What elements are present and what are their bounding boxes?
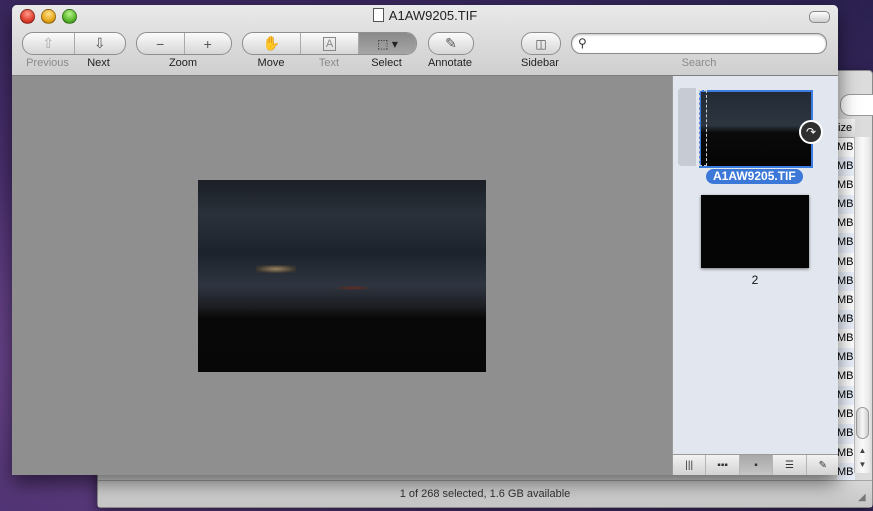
sidebar-toggle-button[interactable]: ◫	[522, 33, 560, 54]
document-icon	[372, 8, 384, 22]
scrollbar-thumb[interactable]	[856, 407, 869, 439]
size-cell: MB	[837, 217, 854, 230]
thumbnail-drag-handle[interactable]	[678, 88, 696, 166]
down-arrow-icon: ⇩	[93, 35, 106, 51]
previous-next-control: ⇧ ⇩	[22, 32, 126, 55]
rotate-arrow-icon[interactable]: ↷	[799, 120, 823, 144]
thumbnail-label-1[interactable]: A1AW9205.TIF	[706, 169, 803, 184]
columns-icon: |||	[685, 459, 694, 471]
sidebar-label: Sidebar	[521, 57, 559, 69]
window-title: A1AW9205.TIF	[12, 8, 838, 23]
thumbnail-label-2[interactable]: 2	[701, 273, 809, 287]
size-cell: MB	[837, 255, 854, 268]
next-label: Next	[87, 57, 110, 69]
up-arrow-icon: ⇧	[42, 35, 55, 51]
select-tool-button[interactable]: ⬚ ▾	[359, 33, 416, 54]
size-cell: MB	[837, 348, 855, 368]
pencil-icon: ✎	[818, 459, 828, 471]
annotate-label: Annotate	[427, 57, 473, 69]
thumbnail-sidebar: ↷ A1AW9205.TIF 2 ||| ▪▪▪ ▪ ☰ ✎	[672, 76, 838, 475]
next-button[interactable]: ⇩	[75, 33, 126, 54]
thumbnail-view-button[interactable]: ▪	[739, 455, 774, 475]
thumbnail-page-2[interactable]	[701, 195, 809, 268]
page-edge	[699, 90, 707, 166]
notes-view-button[interactable]: ✎	[807, 455, 838, 475]
text-icon: A	[322, 36, 337, 51]
thumbnail-page-1[interactable]	[699, 90, 813, 168]
annotate-button[interactable]: ✎	[429, 33, 473, 54]
vertical-scrollbar[interactable]: ▲ ▼	[854, 137, 870, 473]
sidebar-control: ◫	[521, 32, 561, 55]
size-cell: MB	[837, 462, 855, 482]
zoom-out-button[interactable]: −	[137, 33, 185, 54]
list-view-button[interactable]: ☰	[773, 455, 807, 475]
move-tool-button[interactable]: ✋	[243, 33, 301, 54]
size-cell: MB	[837, 233, 855, 253]
window-title-text: A1AW9205.TIF	[388, 8, 478, 23]
document-view[interactable]	[12, 76, 672, 475]
zoom-label: Zoom	[168, 57, 198, 69]
search-icon: ⚲	[578, 36, 587, 50]
size-cell: MB	[837, 293, 854, 306]
list-icon: ☰	[784, 459, 794, 471]
background-search-field[interactable]	[840, 94, 873, 116]
previous-button[interactable]: ⇧	[23, 33, 75, 54]
search-label: Search	[681, 57, 717, 69]
preview-window: A1AW9205.TIF ⇧ ⇩ Previous Next − + Zoom …	[12, 5, 838, 475]
contact-sheet-view-button[interactable]: |||	[673, 455, 707, 475]
hand-icon: ✋	[262, 35, 281, 51]
tool-mode-control: ✋ A ⬚ ▾	[242, 32, 417, 55]
sidebar-icon: ◫	[535, 36, 547, 51]
grid-icon: ▪▪▪	[717, 459, 728, 471]
zoom-in-button[interactable]: +	[185, 33, 232, 54]
size-column: ize MB MB MB MB MB MB MB MB MB MB MB MB …	[836, 119, 855, 482]
select-label: Select	[371, 57, 402, 69]
move-label: Move	[257, 57, 285, 69]
size-column-header[interactable]: ize	[837, 119, 855, 138]
size-cell: MB	[837, 370, 854, 383]
size-cell: MB	[837, 271, 855, 291]
minus-icon: −	[156, 35, 165, 52]
size-cell: MB	[837, 424, 855, 444]
size-cell: MB	[837, 446, 854, 459]
document-image[interactable]	[198, 180, 486, 372]
size-cell: MB	[837, 195, 855, 215]
search-field[interactable]: ⚲	[571, 33, 827, 54]
text-label: Text	[318, 57, 340, 69]
sidebar-view-bar: ||| ▪▪▪ ▪ ☰ ✎	[673, 454, 838, 475]
single-thumb-icon: ▪	[754, 459, 758, 471]
size-cell: MB	[837, 386, 855, 406]
size-cell: MB	[837, 331, 854, 344]
status-bar: 1 of 268 selected, 1.6 GB available	[98, 480, 872, 507]
size-cell: MB	[837, 309, 855, 329]
size-cell: MB	[837, 141, 854, 153]
scroll-down-arrow-icon[interactable]: ▼	[855, 460, 870, 469]
resize-grip-icon[interactable]: ◢	[858, 493, 868, 503]
sunset-glow	[256, 265, 296, 273]
size-cell: MB	[837, 408, 854, 421]
size-cell: MB	[837, 157, 855, 177]
horizon-light	[333, 286, 373, 290]
previous-label: Previous	[26, 57, 69, 69]
scroll-up-arrow-icon[interactable]: ▲	[855, 446, 870, 455]
zoom-control: − +	[136, 32, 232, 55]
rectangle-selection-icon: ⬚ ▾	[377, 36, 398, 51]
toolbar: A1AW9205.TIF ⇧ ⇩ Previous Next − + Zoom …	[12, 5, 838, 76]
annotate-control: ✎	[428, 32, 474, 55]
pencil-icon: ✎	[445, 35, 457, 51]
plus-icon: +	[203, 35, 212, 52]
grid-view-button[interactable]: ▪▪▪	[706, 455, 740, 475]
search-input[interactable]	[594, 35, 823, 52]
text-tool-button[interactable]: A	[301, 33, 359, 54]
size-cell: MB	[837, 179, 854, 192]
toolbar-toggle-button[interactable]	[809, 11, 830, 23]
